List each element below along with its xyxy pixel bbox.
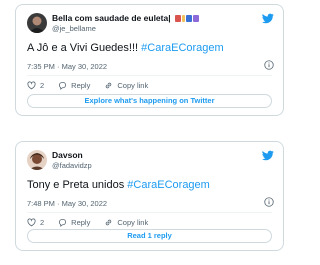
hashtag-link[interactable]: #CaraECoragem [141,42,224,54]
timestamp[interactable]: 7:48 PM · May 30, 2022 [27,199,107,208]
copy-link-button[interactable]: Copy link [104,218,148,227]
reply-button[interactable]: Reply [58,81,90,90]
avatar[interactable] [27,150,47,170]
copy-link-label: Copy link [117,218,149,227]
handle[interactable]: @fadavidzp [52,161,92,170]
copy-link-button[interactable]: Copy link [104,81,148,90]
copy-link-label: Copy link [117,81,149,90]
like-count: 2 [40,218,45,227]
twitter-bird-icon[interactable] [262,150,274,161]
link-icon [106,219,112,226]
display-name[interactable]: Davson [52,150,83,160]
display-name[interactable]: Bella com saudade de euleta| [52,13,199,23]
info-icon[interactable] [264,60,274,70]
hashtag-link[interactable]: #CaraECoragem [127,179,210,191]
reply-label: Reply [71,218,91,227]
reply-icon [59,218,67,227]
reply-button[interactable]: Reply [58,218,90,227]
timestamp[interactable]: 7:35 PM · May 30, 2022 [27,62,107,71]
divider [27,75,272,76]
heart-icon [27,218,36,227]
avatar[interactable] [27,13,47,33]
twitter-bird-icon[interactable] [262,13,274,24]
name-emoji-group [174,15,199,22]
tweet-text: Tony e Preta unidos #CaraECoragem [27,179,210,191]
heart-icon [27,81,36,90]
handle[interactable]: @je_bellame [52,24,96,33]
explore-button[interactable]: Explore what's happening on Twitter [27,94,272,108]
like-count: 2 [40,81,45,90]
action-bar: 2 Reply Copy link [27,81,162,90]
like-button[interactable]: 2 [27,218,44,227]
reply-icon [59,81,67,90]
divider [27,212,272,213]
read-replies-button[interactable]: Read 1 reply [27,229,272,243]
tweet-card: Davson @fadavidzp Tony e Preta unidos #C… [15,141,284,251]
like-button[interactable]: 2 [27,81,44,90]
action-bar: 2 Reply Copy link [27,218,162,227]
tweet-text: A Jô e a Vivi Guedes!!! #CaraECoragem [27,42,224,54]
link-icon [106,82,112,89]
tweet-card: Bella com saudade de euleta| @je_bellame… [15,4,284,116]
reply-label: Reply [71,81,91,90]
info-icon[interactable] [264,197,274,207]
